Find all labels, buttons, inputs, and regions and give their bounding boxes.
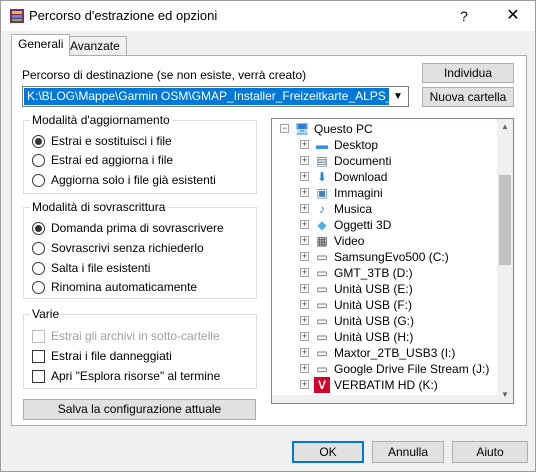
tree-item-label: Unità USB (E:)	[334, 282, 413, 296]
download-folder-icon: ⬇	[316, 170, 328, 184]
tab-generali[interactable]: Generali	[11, 34, 71, 56]
window-title: Percorso d'estrazione ed opzioni	[29, 8, 218, 23]
tree-item-label: GMT_3TB (D:)	[334, 266, 413, 280]
expand-icon[interactable]: +	[300, 204, 309, 213]
verbatim-drive-icon: V	[314, 377, 330, 393]
radio-button[interactable]	[32, 242, 45, 255]
expand-icon[interactable]: +	[300, 172, 309, 181]
tree-item-label: Unità USB (F:)	[334, 298, 413, 312]
tree-item-label: SamsungEvo500 (C:)	[334, 250, 449, 264]
3d-objects-folder-icon: ◆	[317, 218, 327, 232]
expand-icon[interactable]: +	[300, 348, 309, 357]
expand-icon[interactable]: +	[300, 156, 309, 165]
music-folder-icon: ♪	[319, 202, 325, 216]
destination-label: Percorso di destinazione (se non esiste,…	[22, 68, 307, 82]
tree-item-label: Documenti	[334, 154, 392, 168]
desktop-folder-icon: ▬	[316, 138, 328, 152]
drive-icon: ▭	[316, 282, 328, 296]
update-mode-title: Modalità d'aggiornamento	[30, 113, 172, 127]
scroll-up-icon[interactable]: ▲	[497, 119, 513, 135]
documents-folder-icon: ▤	[316, 154, 328, 168]
drive-icon: ▭	[316, 250, 328, 264]
expand-icon[interactable]: +	[300, 236, 309, 245]
tree-item-label: VERBATIM HD (K:)	[334, 378, 438, 392]
tab-avanzate[interactable]: Avanzate	[63, 36, 127, 56]
drive-icon: ▭	[316, 330, 328, 344]
expand-icon[interactable]: +	[300, 268, 309, 277]
expand-icon[interactable]: +	[300, 188, 309, 197]
tree-item-label: Questo PC	[314, 122, 373, 136]
tree-item-label: Download	[334, 170, 388, 184]
tree-item-label: Immagini	[334, 186, 383, 200]
radio-button[interactable]	[32, 154, 45, 167]
tree-item-label: Musica	[334, 202, 373, 216]
browse-button[interactable]: Individua	[422, 63, 514, 83]
dialog-window: Percorso d'estrazione ed opzioni ? ✕ Gen…	[0, 0, 536, 472]
horizontal-scrollbar[interactable]	[272, 395, 499, 403]
help-button[interactable]: Aiuto	[452, 441, 528, 463]
tree-item-label: Desktop	[334, 138, 379, 152]
tree-item-label: Unità USB (G:)	[334, 314, 415, 328]
title-bar: Percorso d'estrazione ed opzioni ? ✕	[1, 1, 535, 31]
expand-icon[interactable]: +	[300, 284, 309, 293]
help-title-button[interactable]: ?	[449, 3, 479, 29]
tree-item-label: Unità USB (H:)	[334, 330, 414, 344]
expand-icon[interactable]: +	[300, 316, 309, 325]
tree-item-label: Maxtor_2TB_USB3 (I:)	[334, 346, 456, 360]
destination-path-combobox[interactable]: K:\BLOG\Mappe\Garmin OSM\GMAP_Installer_…	[22, 86, 409, 107]
tree-item-label: Google Drive File Stream (J:)	[334, 362, 490, 376]
save-settings-button[interactable]: Salva la configurazione attuale	[23, 399, 256, 420]
radio-button-selected[interactable]	[32, 222, 45, 235]
tree-item-label: Video	[334, 234, 365, 248]
expand-icon[interactable]: +	[300, 252, 309, 261]
ok-button[interactable]: OK	[292, 441, 364, 463]
close-button[interactable]: ✕	[495, 3, 531, 29]
chevron-down-icon[interactable]: ▼	[390, 88, 406, 105]
expand-icon[interactable]: +	[300, 380, 309, 389]
drive-icon: ▭	[316, 362, 328, 376]
misc-title: Varie	[30, 307, 62, 321]
drive-icon: ▭	[316, 298, 328, 312]
destination-path-value[interactable]: K:\BLOG\Mappe\Garmin OSM\GMAP_Installer_…	[24, 88, 389, 105]
scrollbar-thumb[interactable]	[499, 175, 511, 265]
expand-icon[interactable]: +	[300, 220, 309, 229]
new-folder-button[interactable]: Nuova cartella	[422, 87, 514, 107]
checkbox-disabled[interactable]	[32, 330, 45, 343]
expand-icon[interactable]: +	[300, 332, 309, 341]
drive-icon: ▭	[316, 266, 328, 280]
winrar-app-icon	[10, 9, 24, 23]
checkbox[interactable]	[32, 350, 45, 363]
drive-icon: ▭	[316, 346, 328, 360]
video-folder-icon: ▦	[316, 234, 328, 248]
radio-button[interactable]	[32, 174, 45, 187]
radio-button[interactable]	[32, 262, 45, 275]
vertical-scrollbar[interactable]: ▲ ▼	[497, 119, 513, 403]
radio-button-selected[interactable]	[32, 135, 45, 148]
radio-button[interactable]	[32, 281, 45, 294]
folder-tree[interactable]: − 🖥 Questo PC + ▬ Desktop + ▤ Documenti + ⬇ Downloa…	[271, 118, 514, 404]
scroll-down-icon[interactable]: ▼	[497, 387, 513, 403]
tree-item-label: Oggetti 3D	[334, 218, 392, 232]
overwrite-mode-title: Modalità di sovrascrittura	[30, 200, 168, 214]
expand-icon[interactable]: +	[300, 364, 309, 373]
expand-icon[interactable]: +	[300, 140, 309, 149]
computer-icon: 🖥	[294, 122, 310, 136]
cancel-button[interactable]: Annulla	[372, 441, 444, 463]
expand-icon[interactable]: +	[300, 300, 309, 309]
collapse-icon[interactable]: −	[280, 124, 289, 133]
drive-icon: ▭	[316, 314, 328, 328]
checkbox[interactable]	[32, 370, 45, 383]
pictures-folder-icon: ▣	[316, 186, 328, 200]
